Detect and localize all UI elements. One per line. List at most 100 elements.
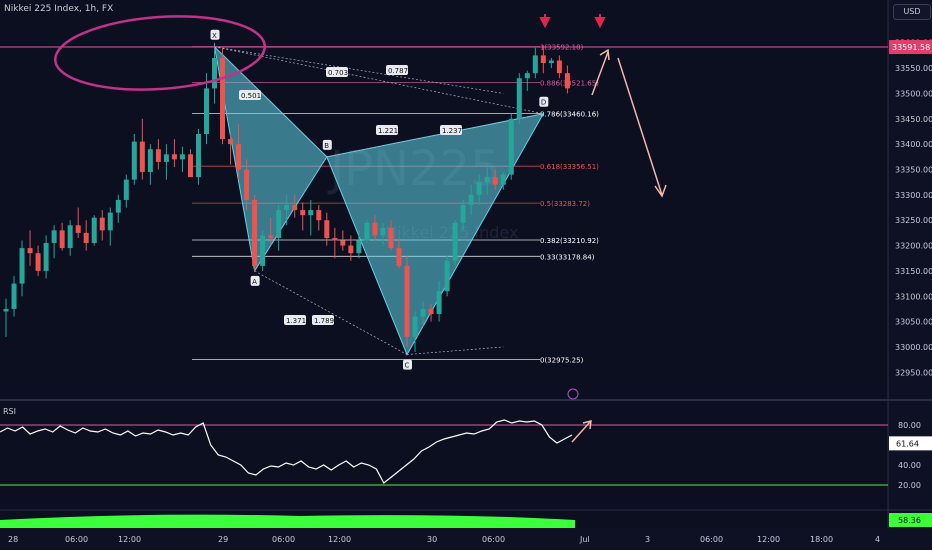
candle-body [35, 253, 41, 271]
time-tick-label: 30 [427, 535, 437, 544]
fib-level-label: 0.5(33283.72) [540, 200, 590, 208]
candle-body [516, 78, 522, 119]
rsi-tick-label: 80.00 [898, 421, 921, 430]
candle-body [107, 212, 113, 231]
fib-level-label: 1(33592.18) [540, 44, 584, 52]
candle-body [500, 174, 506, 185]
candle-body [59, 230, 65, 249]
time-tick-label: 06:00 [65, 535, 88, 544]
candle-body [187, 154, 193, 178]
ratio-label: 0.501 [241, 92, 261, 100]
candle-body [115, 199, 121, 213]
candle-body [564, 73, 570, 89]
pattern-point-label: D [541, 99, 546, 107]
time-tick-label: 12:00 [328, 535, 351, 544]
volume-label: 58.36 [898, 516, 921, 525]
price-tick-label: 33500.00 [895, 89, 932, 98]
fib-level-label: 0.786(33460.16) [540, 111, 599, 119]
candle-body [372, 222, 378, 236]
volume-band [0, 514, 575, 528]
candle-body [420, 308, 426, 317]
price-tick-label: 33250.00 [895, 216, 932, 225]
candle-body [195, 134, 201, 178]
price-tick-label: 33050.00 [895, 318, 932, 327]
candle-body [91, 217, 97, 244]
candle-body [436, 291, 442, 315]
candle-body [476, 182, 482, 195]
candle-body [171, 154, 177, 160]
candle-body [163, 154, 169, 162]
candle-body [452, 222, 458, 261]
ratio-label: 1.221 [378, 127, 398, 135]
candle-body [468, 194, 474, 205]
candle-body [252, 199, 258, 266]
fib-level-label: 0.382(33210.92) [540, 237, 599, 245]
time-tick-label: 06:00 [482, 535, 505, 544]
price-chart[interactable]: JPN225Nikkei 225 Index33600.0033550.0033… [0, 0, 932, 550]
candle-body [3, 308, 9, 312]
candle-body [147, 149, 153, 173]
pattern-point-label: X [212, 32, 217, 40]
time-tick-label: 12:00 [118, 535, 141, 544]
candle-body [404, 265, 410, 337]
candle-body [540, 55, 546, 64]
candle-body [324, 220, 330, 238]
symbol-title[interactable]: Nikkei 225 Index, 1h, FX [4, 4, 113, 14]
candle-body [155, 149, 161, 162]
fib-level-label: 0(32975.25) [540, 357, 584, 365]
time-tick-label: 12:00 [757, 535, 780, 544]
current-price-label: 33591.58 [892, 43, 930, 52]
time-tick-label: 3 [645, 535, 650, 544]
price-tick-label: 33300.00 [895, 191, 932, 200]
candle-body [75, 225, 81, 233]
rsi-tick-label: 40.00 [898, 461, 921, 470]
candle-body [260, 235, 266, 266]
price-tick-label: 32950.00 [895, 368, 932, 377]
candle-body [460, 205, 466, 223]
candle-body [268, 235, 274, 238]
time-tick-label: 4 [875, 535, 880, 544]
candle-body [444, 260, 450, 292]
candle-body [51, 230, 57, 244]
candle-body [228, 139, 234, 145]
price-tick-label: 33150.00 [895, 267, 932, 276]
candle-body [204, 88, 209, 135]
time-tick-label: 29 [218, 535, 228, 544]
candle-body [131, 141, 137, 180]
candle-body [340, 240, 346, 246]
candle-body [300, 210, 306, 216]
candle-body [396, 248, 402, 266]
price-tick-label: 33200.00 [895, 242, 932, 251]
candle-body [332, 237, 338, 241]
candle-body [548, 60, 554, 64]
candle-body [83, 232, 89, 244]
candle-body [388, 227, 394, 249]
candle-body [428, 308, 434, 315]
candle-body [348, 245, 354, 254]
currency-button[interactable]: USD [893, 4, 931, 20]
time-tick-label: 28 [8, 535, 18, 544]
candle-body [99, 217, 105, 231]
rsi-tick-label: 20.00 [898, 481, 921, 490]
candle-body [524, 73, 530, 79]
candle-body [484, 177, 490, 183]
time-tick-label: Jul [579, 535, 590, 544]
chart-stage: JPN225Nikkei 225 Index33600.0033550.0033… [0, 0, 932, 550]
candle-body [19, 248, 25, 284]
rsi-current-label: 61.64 [896, 439, 919, 448]
candle-body [412, 316, 418, 337]
candle-body [292, 205, 298, 211]
pattern-point-label: A [252, 278, 257, 286]
ratio-label: 1.237 [442, 127, 462, 135]
price-tick-label: 33100.00 [895, 292, 932, 301]
pattern-point-label: C [405, 362, 410, 370]
candle-body [27, 248, 33, 254]
candle-body [556, 60, 562, 74]
candle-body [308, 210, 314, 216]
candle-body [364, 222, 370, 241]
price-tick-label: 33450.00 [895, 115, 932, 124]
candle-body [508, 118, 514, 175]
price-tick-label: 33400.00 [895, 140, 932, 149]
candle-body [316, 210, 322, 221]
candle-body [492, 177, 498, 185]
